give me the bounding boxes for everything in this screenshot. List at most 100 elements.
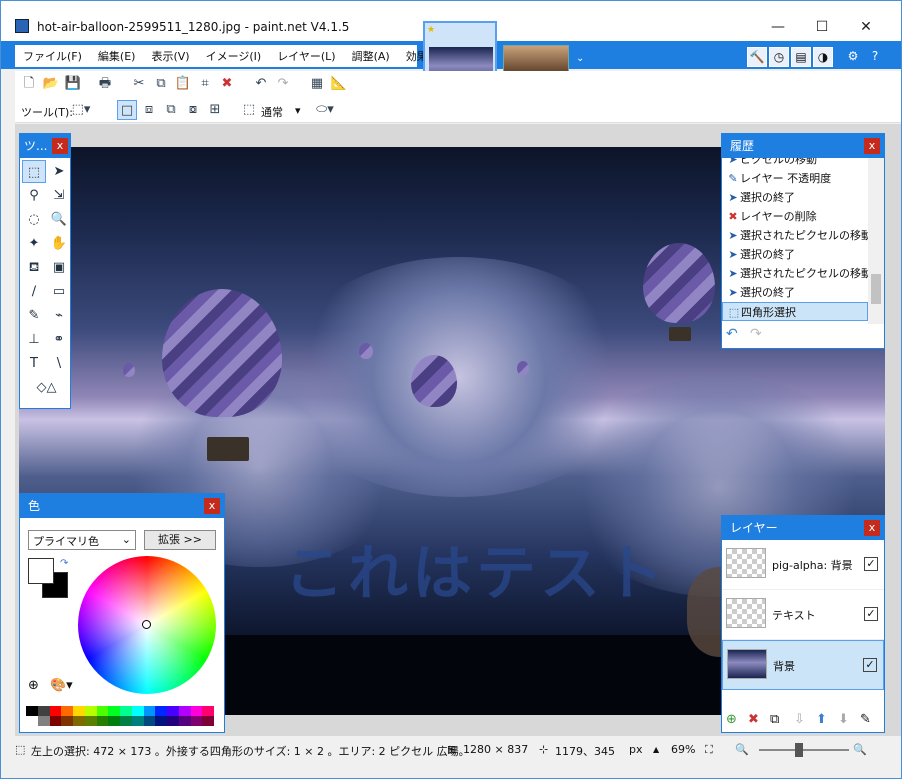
deselect-icon[interactable]: ✖ [217, 74, 237, 94]
menu-edit[interactable]: 編集(E) [90, 45, 144, 67]
history-item[interactable]: ➤ 選択の終了 [722, 245, 868, 264]
recolor-tool-icon[interactable]: ⚭ [47, 328, 71, 351]
history-item-selected[interactable]: ⬚ 四角形選択 [722, 302, 868, 321]
chevron-up-icon[interactable]: ▲ [653, 745, 659, 754]
move-pixels-tool-icon[interactable]: ➤ [47, 160, 71, 183]
paint-bucket-tool-icon[interactable]: ⛾ [22, 256, 46, 279]
gradient-tool-icon[interactable]: ▣ [47, 256, 71, 279]
chevron-down-icon[interactable]: ⌄ [576, 53, 584, 64]
history-item[interactable]: ✎ レイヤー 不透明度 [722, 169, 868, 188]
history-item[interactable]: ✖ レイヤーの削除 [722, 207, 868, 226]
zoom-level[interactable]: 69% [671, 743, 695, 756]
ruler-icon[interactable]: 📐 [329, 74, 349, 94]
redo-icon[interactable]: ↷ [273, 74, 293, 94]
history-item[interactable]: ➤ 選択の終了 [722, 188, 868, 207]
eraser-tool-icon[interactable]: ▭ [47, 280, 71, 303]
undo-icon[interactable]: ↶ [726, 326, 738, 342]
intersect-mode-icon[interactable]: ⧇ [183, 100, 203, 120]
history-item[interactable]: ➤ ピクセルの移動 [722, 158, 868, 169]
line-tool-icon[interactable]: \ [47, 352, 71, 375]
move-down-icon[interactable]: ⬇ [838, 712, 849, 727]
gear-icon[interactable]: ⚙ [843, 47, 863, 67]
shapes-tool-icon[interactable]: ◇△ [22, 376, 71, 399]
menu-adjustments[interactable]: 調整(A) [344, 45, 398, 67]
exclude-mode-icon[interactable]: ⧉ [161, 100, 181, 120]
zoom-slider-thumb[interactable] [795, 743, 803, 757]
minimize-button[interactable]: — [763, 15, 793, 39]
menu-file[interactable]: ファイル(F) [15, 45, 90, 67]
history-item[interactable]: ➤ 選択されたピクセルの移動 [722, 264, 868, 283]
zoom-in-icon[interactable]: 🔍 [853, 743, 867, 756]
primary-color-swatch[interactable] [28, 558, 54, 584]
layer-row-selected[interactable]: 背景 ✓ [722, 640, 884, 690]
grid-icon[interactable]: ▦ [307, 74, 327, 94]
palette-menu-icon[interactable]: 🎨▾ [50, 678, 73, 693]
history-toggle-icon[interactable]: ◷ [769, 47, 789, 67]
swap-colors-icon[interactable]: ↷ [60, 558, 68, 569]
magic-wand-tool-icon[interactable]: ✦ [22, 232, 46, 255]
add-palette-icon[interactable]: ⊕ [28, 678, 39, 693]
layer-row[interactable]: テキスト ✓ [722, 590, 884, 640]
tools-panel-close[interactable]: x [52, 138, 68, 154]
rect-select-icon[interactable]: ⬚▾ [71, 100, 91, 120]
ellipse-select-tool-icon[interactable]: ◌ [22, 208, 46, 231]
layers-panel-close[interactable]: x [864, 520, 880, 536]
lasso-tool-icon[interactable]: ⚲ [22, 184, 46, 207]
maximize-button[interactable]: ☐ [807, 15, 837, 39]
clone-stamp-tool-icon[interactable]: ⊥ [22, 328, 46, 351]
unit-select[interactable]: px [629, 743, 643, 756]
colors-toggle-icon[interactable]: ◑ [813, 47, 833, 67]
replace-mode-icon[interactable]: □ [117, 100, 137, 120]
close-button[interactable]: ✕ [851, 15, 881, 39]
layer-visibility-checkbox[interactable]: ✓ [864, 557, 878, 571]
pan-tool-icon[interactable]: ✋ [47, 232, 71, 255]
expand-button[interactable]: 拡張 >> [144, 530, 216, 550]
antialias-icon[interactable]: ⬭▾ [315, 100, 335, 120]
layer-visibility-checkbox[interactable]: ✓ [864, 607, 878, 621]
rect-select-tool-icon[interactable]: ⬚ [22, 160, 46, 183]
redo-icon[interactable]: ↷ [750, 326, 762, 342]
color-palette[interactable] [26, 706, 214, 726]
scrollbar-thumb[interactable] [871, 274, 881, 304]
copy-icon[interactable]: ⧉ [151, 74, 171, 94]
color-wheel[interactable] [78, 556, 216, 694]
colors-panel-close[interactable]: x [204, 498, 220, 514]
move-up-icon[interactable]: ⬆ [816, 712, 827, 727]
new-icon[interactable]: 🗋 [19, 74, 39, 94]
cut-icon[interactable]: ✂ [129, 74, 149, 94]
merge-layer-icon[interactable]: ⇩ [794, 712, 805, 727]
color-wheel-cursor[interactable] [142, 620, 151, 629]
xor-mode-icon[interactable]: ⊞ [205, 100, 225, 120]
pencil-tool-icon[interactable]: ✎ [22, 304, 46, 327]
history-panel-close[interactable]: x [864, 138, 880, 154]
delete-layer-icon[interactable]: ✖ [748, 712, 759, 727]
paintbrush-tool-icon[interactable]: ∕ [22, 280, 46, 303]
undo-icon[interactable]: ↶ [251, 74, 271, 94]
history-scrollbar[interactable] [868, 158, 884, 324]
paste-icon[interactable]: 📋 [173, 74, 193, 94]
color-picker-tool-icon[interactable]: ⌁ [47, 304, 71, 327]
history-item[interactable]: ➤ 選択の終了 [722, 283, 868, 302]
layer-visibility-checkbox[interactable]: ✓ [863, 658, 877, 672]
union-mode-icon[interactable]: ⧈ [139, 100, 159, 120]
zoom-fit-icon[interactable]: ⛶ [705, 743, 713, 757]
move-selection-tool-icon[interactable]: ⇲ [47, 184, 71, 207]
add-layer-icon[interactable]: ⊕ [726, 712, 737, 727]
tools-toggle-icon[interactable]: 🔨 [747, 47, 767, 67]
layers-toggle-icon[interactable]: ▤ [791, 47, 811, 67]
zoom-slider[interactable] [759, 743, 849, 757]
chevron-down-icon[interactable]: ▾ [295, 104, 301, 117]
blend-mode-select[interactable]: 通常 [261, 104, 283, 120]
save-icon[interactable]: 💾 [63, 74, 83, 94]
color-mode-select[interactable]: プライマリ色 ⌄ [28, 530, 136, 550]
text-tool-icon[interactable]: T [22, 352, 46, 375]
menu-image[interactable]: イメージ(I) [198, 45, 270, 67]
layer-row[interactable]: pig-alpha: 背景 ✓ [722, 540, 884, 590]
history-item[interactable]: ➤ 選択されたピクセルの移動 [722, 226, 868, 245]
zoom-out-icon[interactable]: 🔍 [735, 743, 749, 756]
layer-properties-icon[interactable]: ✎ [860, 712, 871, 727]
zoom-tool-icon[interactable]: 🔍 [47, 208, 71, 231]
menu-layers[interactable]: レイヤー(L) [269, 45, 343, 67]
help-icon[interactable]: ? [865, 47, 885, 67]
menu-view[interactable]: 表示(V) [143, 45, 197, 67]
